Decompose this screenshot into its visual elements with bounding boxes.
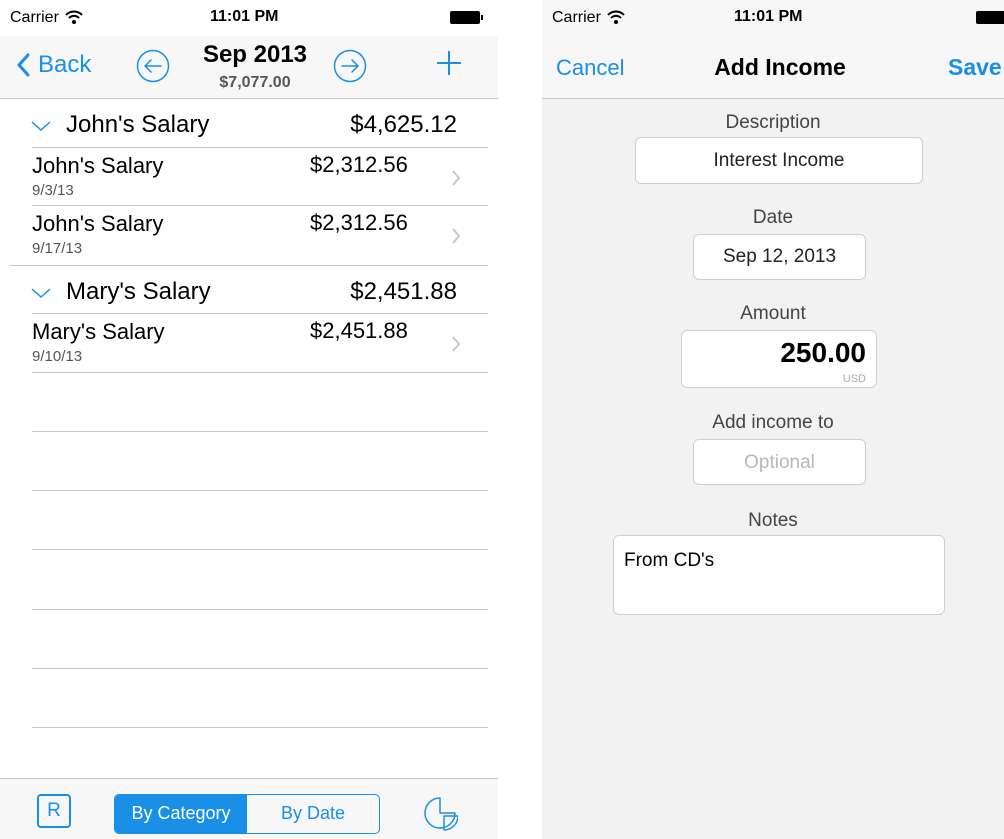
transaction-row[interactable]: John's Salary 9/3/13 $2,312.56 bbox=[32, 151, 488, 209]
back-chevron-icon bbox=[17, 53, 30, 77]
item-amount: $2,312.56 bbox=[310, 210, 408, 235]
divider bbox=[32, 372, 488, 373]
wifi-icon bbox=[607, 10, 625, 24]
date-label: Date bbox=[752, 207, 794, 228]
group-label: John's Salary bbox=[66, 111, 210, 138]
group-amount: $2,451.88 bbox=[350, 278, 457, 305]
status-bar: Carrier 11:01 PM bbox=[0, 0, 498, 36]
view-mode-segmented-control: By Category By Date bbox=[114, 794, 380, 834]
amount-value: 250.00 bbox=[780, 337, 866, 368]
item-date: 9/3/13 bbox=[32, 182, 74, 199]
screen-title: Add Income bbox=[714, 54, 846, 80]
carrier-label: Carrier bbox=[10, 9, 83, 27]
empty-row-divider bbox=[32, 549, 488, 550]
empty-row-divider bbox=[32, 490, 488, 491]
carrier-label: Carrier bbox=[552, 9, 625, 27]
amount-field[interactable]: 250.00 USD bbox=[681, 330, 877, 388]
item-date: 9/17/13 bbox=[32, 240, 83, 257]
add-income-to-label: Add income to bbox=[712, 412, 834, 433]
transaction-row[interactable]: Mary's Salary 9/10/13 $2,451.88 bbox=[32, 317, 488, 375]
notes-textarea[interactable]: From CD's bbox=[613, 535, 945, 615]
divider bbox=[32, 313, 488, 314]
divider bbox=[32, 147, 488, 148]
month-title: Sep 2013 bbox=[202, 41, 308, 68]
status-bar: Carrier 11:01 PM bbox=[542, 0, 1004, 36]
description-field[interactable]: Interest Income bbox=[635, 137, 923, 184]
add-income-to-field[interactable]: Optional bbox=[693, 439, 866, 485]
empty-row-divider bbox=[32, 668, 488, 669]
status-time: 11:01 PM bbox=[734, 8, 803, 25]
add-icon[interactable] bbox=[436, 50, 462, 76]
chevron-down-icon bbox=[31, 288, 51, 299]
save-button[interactable]: Save bbox=[948, 54, 1002, 81]
notes-value: From CD's bbox=[624, 550, 715, 571]
chevron-down-icon bbox=[31, 121, 51, 132]
bottom-toolbar: R By Category By Date bbox=[0, 778, 498, 839]
empty-row-divider bbox=[32, 431, 488, 432]
back-label: Back bbox=[38, 51, 92, 78]
wifi-icon bbox=[65, 10, 83, 24]
item-label: John's Salary bbox=[32, 211, 164, 236]
carrier-text: Carrier bbox=[10, 9, 59, 26]
segment-by-date[interactable]: By Date bbox=[247, 795, 379, 833]
date-value: Sep 12, 2013 bbox=[722, 246, 837, 267]
add-income-screen: Carrier 11:01 PM Cancel Add Income Save … bbox=[542, 0, 1004, 839]
back-button[interactable]: Back bbox=[16, 51, 91, 79]
notes-label: Notes bbox=[748, 510, 798, 531]
category-group-header[interactable]: John's Salary $4,625.12 bbox=[0, 99, 488, 151]
chevron-right-icon bbox=[452, 336, 461, 352]
item-date: 9/10/13 bbox=[32, 348, 83, 365]
battery-icon bbox=[450, 11, 483, 24]
nav-bar: Back Sep 2013 $7,077.00 bbox=[0, 36, 498, 99]
pie-chart-icon[interactable] bbox=[422, 795, 458, 831]
amount-label: Amount bbox=[740, 303, 806, 324]
next-month-icon[interactable] bbox=[333, 49, 367, 83]
status-time: 11:01 PM bbox=[210, 8, 279, 25]
empty-row-divider bbox=[32, 609, 488, 610]
chevron-right-icon bbox=[452, 170, 461, 186]
add-income-to-placeholder: Optional bbox=[744, 452, 815, 473]
battery-icon bbox=[976, 11, 1004, 24]
month-total: $7,077.00 bbox=[219, 74, 291, 91]
description-label: Description bbox=[725, 112, 821, 133]
item-amount: $2,312.56 bbox=[310, 152, 408, 177]
divider bbox=[32, 205, 488, 206]
group-amount: $4,625.12 bbox=[350, 111, 457, 138]
empty-row-divider bbox=[32, 727, 488, 728]
category-group-header[interactable]: Mary's Salary $2,451.88 bbox=[0, 266, 488, 318]
carrier-text: Carrier bbox=[552, 9, 601, 26]
item-label: John's Salary bbox=[32, 153, 164, 178]
description-value: Interest Income bbox=[713, 150, 845, 171]
date-field[interactable]: Sep 12, 2013 bbox=[693, 234, 866, 280]
transaction-row[interactable]: John's Salary 9/17/13 $2,312.56 bbox=[32, 209, 488, 267]
nav-bar: Cancel Add Income Save bbox=[542, 36, 1004, 99]
item-label: Mary's Salary bbox=[32, 319, 165, 344]
chevron-right-icon bbox=[452, 228, 461, 244]
month-income-screen: Carrier 11:01 PM Back Sep 2013 $7,077.00… bbox=[0, 0, 498, 839]
currency-label: USD bbox=[842, 373, 866, 385]
segment-by-category[interactable]: By Category bbox=[115, 795, 247, 833]
r-button[interactable]: R bbox=[37, 794, 71, 828]
group-label: Mary's Salary bbox=[66, 278, 211, 305]
item-amount: $2,451.88 bbox=[310, 318, 408, 343]
